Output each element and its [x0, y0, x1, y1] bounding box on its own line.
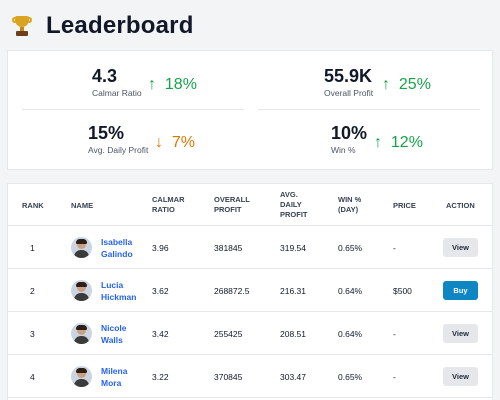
header-win-percent: WIN % (DAY)	[338, 195, 362, 214]
view-button[interactable]: View	[443, 324, 478, 343]
divider	[22, 109, 244, 110]
avg-profit-cell: 216.31	[280, 286, 306, 296]
header-rank: RANK	[22, 201, 44, 210]
trader-name-link[interactable]: Isabella Galindo	[101, 236, 133, 260]
profit-cell: 268872.5	[214, 286, 250, 296]
calmar-cell: 3.62	[152, 286, 169, 296]
stat-overall-profit: 55.9K Overall Profit	[324, 66, 373, 98]
stat-label: Avg. Daily Profit	[88, 145, 149, 155]
win-cell: 0.65%	[338, 372, 363, 382]
win-cell: 0.64%	[338, 286, 363, 296]
calmar-cell: 3.22	[152, 372, 169, 382]
avatar	[71, 323, 92, 344]
stat-label: Overall Profit	[324, 88, 374, 98]
page-title: Leaderboard	[46, 12, 194, 39]
divider	[258, 109, 480, 110]
rank-cell: 4	[30, 372, 35, 382]
price-cell: $500	[393, 286, 412, 296]
stat-change: ↑ 18%	[148, 76, 197, 93]
stat-value: 15%	[88, 123, 125, 143]
trader-name-link[interactable]: Milena Mora	[101, 365, 127, 389]
stat-label: Calmar Ratio	[92, 88, 142, 98]
trader-name-link[interactable]: Lucia Hickman	[101, 279, 136, 303]
stat-value: 10%	[331, 123, 368, 143]
stat-change: ↓ 7%	[155, 134, 196, 151]
table-header: RANK NAME CALMAR RATIO OVERALL PROFIT AV…	[8, 184, 492, 226]
price-cell: -	[393, 329, 396, 339]
header-overall-profit: OVERALL PROFIT	[214, 195, 250, 214]
page-header: Leaderboard	[12, 10, 194, 42]
table-row: 1 Isabella Galindo 3.96 381845 319.54 0.…	[8, 226, 492, 269]
table-row: 3 Nicole Walls 3.42 255425 208.51 0.64% …	[8, 312, 492, 355]
avatar	[71, 280, 92, 301]
stat-change: ↑ 12%	[374, 134, 423, 151]
rank-cell: 2	[30, 286, 35, 296]
header-action: ACTION	[446, 201, 475, 210]
stat-avg-daily-profit: 15% Avg. Daily Profit	[88, 123, 148, 155]
rank-cell: 3	[30, 329, 35, 339]
buy-button[interactable]: Buy	[443, 281, 478, 300]
leaderboard-table: RANK NAME CALMAR RATIO OVERALL PROFIT AV…	[7, 183, 493, 400]
stat-change: ↑ 25%	[382, 76, 431, 93]
view-button[interactable]: View	[443, 238, 478, 257]
stat-calmar-ratio: 4.3 Calmar Ratio	[92, 66, 142, 98]
avatar	[71, 366, 92, 387]
stat-label: Win %	[331, 145, 356, 155]
avatar	[71, 237, 92, 258]
header-calmar-ratio: CALMAR RATIO	[152, 195, 185, 214]
table-row: 2 Lucia Hickman 3.62 268872.5 216.31 0.6…	[8, 269, 492, 312]
rank-cell: 1	[30, 243, 35, 253]
header-avg-daily-profit: AVG. DAILY PROFIT	[280, 190, 308, 219]
arrow-up-icon: ↑	[382, 76, 390, 93]
profit-cell: 370845	[214, 372, 243, 382]
stat-value: 4.3	[92, 66, 118, 86]
avg-profit-cell: 303.47	[280, 372, 306, 382]
stats-card: 4.3 Calmar Ratio ↑ 18% 55.9K Overall Pro…	[7, 50, 493, 170]
arrow-down-icon: ↓	[155, 134, 163, 151]
price-cell: -	[393, 243, 396, 253]
profit-cell: 381845	[214, 243, 243, 253]
calmar-cell: 3.96	[152, 243, 169, 253]
price-cell: -	[393, 372, 396, 382]
trophy-icon	[12, 15, 32, 37]
header-price: PRICE	[393, 201, 416, 210]
profit-cell: 255425	[214, 329, 243, 339]
stat-value: 55.9K	[324, 66, 373, 86]
arrow-up-icon: ↑	[374, 134, 382, 151]
view-button[interactable]: View	[443, 367, 478, 386]
header-name: NAME	[71, 201, 94, 210]
stat-win-percent: 10% Win %	[331, 123, 367, 155]
table-row: 4 Milena Mora 3.22 370845 303.47 0.65% -…	[8, 355, 492, 398]
avg-profit-cell: 319.54	[280, 243, 306, 253]
win-cell: 0.64%	[338, 329, 363, 339]
avg-profit-cell: 208.51	[280, 329, 306, 339]
win-cell: 0.65%	[338, 243, 363, 253]
trader-name-link[interactable]: Nicole Walls	[101, 322, 127, 346]
arrow-up-icon: ↑	[148, 76, 156, 93]
calmar-cell: 3.42	[152, 329, 169, 339]
